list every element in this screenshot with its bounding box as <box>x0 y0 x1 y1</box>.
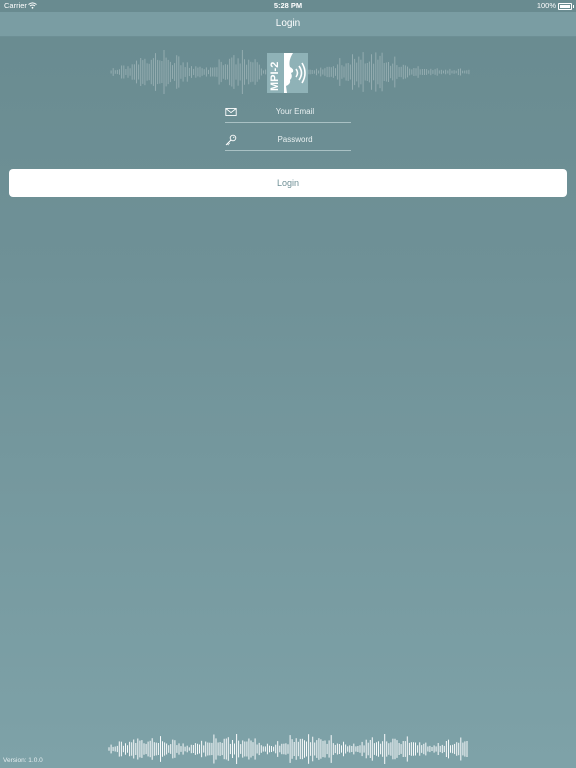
envelope-icon <box>225 108 237 116</box>
app-logo: MPI-2 <box>267 53 308 93</box>
logo-text: MPI-2 <box>269 62 281 91</box>
status-time: 5:28 PM <box>273 1 303 10</box>
version-label: Version: 1.0.0 <box>3 757 43 764</box>
sound-wave-footer <box>108 734 468 764</box>
status-bar: Carrier 5:28 PM 100% <box>0 0 576 12</box>
page-title: Login <box>275 18 301 29</box>
battery-icon <box>558 3 574 10</box>
navigation-bar: Login <box>0 12 576 37</box>
email-placeholder: Your Email <box>275 107 315 116</box>
password-placeholder: Password <box>277 135 313 144</box>
battery-percentage: 100% <box>536 1 556 10</box>
password-field[interactable]: Password <box>225 130 351 151</box>
email-field[interactable]: Your Email <box>225 102 351 123</box>
login-button[interactable]: Login <box>9 169 567 197</box>
key-icon <box>225 134 237 146</box>
logo-mark: MPI-2 <box>267 53 308 93</box>
